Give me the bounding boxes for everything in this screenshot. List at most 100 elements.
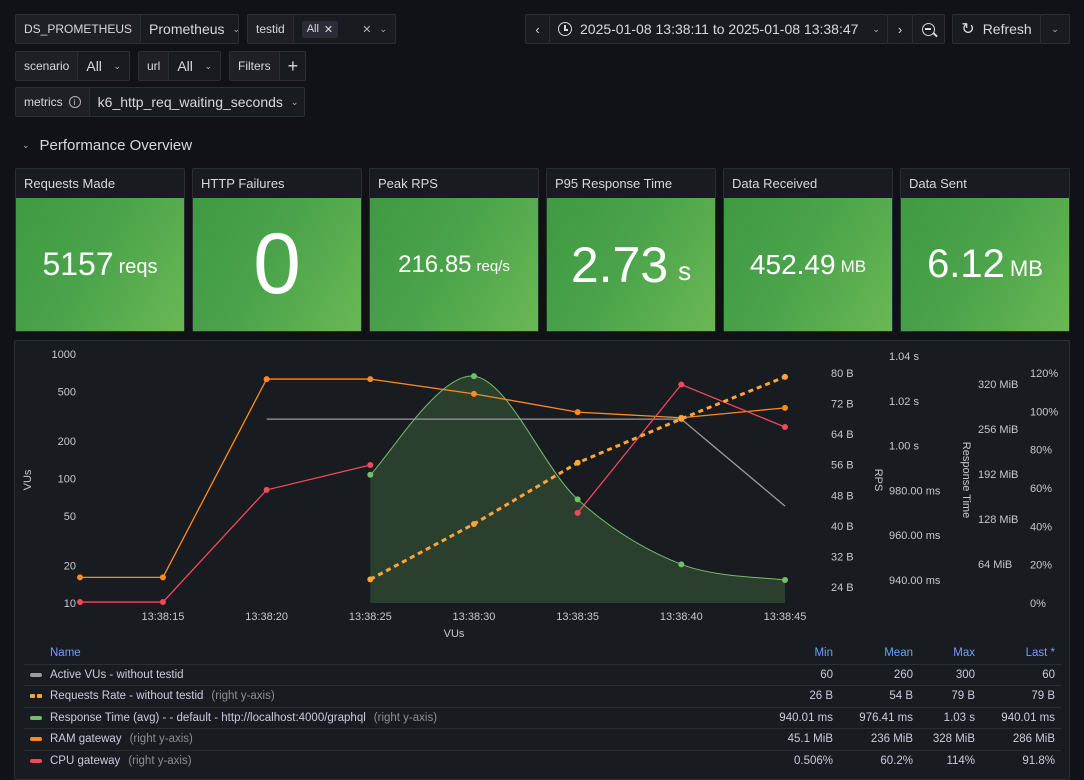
x-tick: 13:38:20 bbox=[245, 611, 288, 623]
y-tick-time: 1.02 s bbox=[889, 396, 919, 408]
legend-series-name[interactable]: Response Time (avg) - - default - http:/… bbox=[24, 712, 777, 724]
legend-max: 79 B bbox=[951, 690, 975, 703]
data-point-cpu-gateway bbox=[263, 486, 270, 493]
y-tick-bytes: 64 B bbox=[831, 429, 854, 441]
y-tick-bytes: 80 B bbox=[831, 368, 854, 380]
legend-header-name[interactable]: Name bbox=[24, 647, 777, 659]
y-tick-bytes: 56 B bbox=[831, 460, 854, 472]
y-axis-label-vus: VUs bbox=[22, 469, 34, 490]
data-point-response-time-avg-default-http bbox=[574, 496, 581, 503]
y-tick-bytes: 40 B bbox=[831, 521, 854, 533]
series-name: CPU gateway bbox=[50, 754, 121, 767]
legend-series-name[interactable]: Requests Rate - without testid (right y-… bbox=[24, 690, 777, 702]
y-tick-bytes: 24 B bbox=[831, 582, 854, 594]
y-tick-mem: 128 MiB bbox=[978, 514, 1018, 526]
y-tick-mem: 320 MiB bbox=[978, 379, 1018, 391]
legend-max: 300 bbox=[955, 668, 975, 681]
data-point-ram-gateway bbox=[263, 376, 270, 383]
timeseries-chart[interactable]: 1000 500 200 100 50 20 10 80 B 72 B 64 B 56 B 48 B 4… bbox=[0, 0, 1084, 640]
data-point-ram-gateway bbox=[470, 390, 477, 397]
series-name: Active VUs - without testid bbox=[50, 668, 184, 681]
legend-row[interactable]: Response Time (avg) - - default - http:/… bbox=[24, 706, 1061, 729]
legend-last: 79 B bbox=[1031, 690, 1055, 703]
series-axis-note: (right y-axis) bbox=[129, 733, 193, 746]
series-axis-note: (right y-axis) bbox=[128, 754, 192, 767]
y-tick-pct: 80% bbox=[1030, 445, 1052, 457]
y-tick-vus: 10 bbox=[64, 598, 76, 610]
legend-min: 60 bbox=[820, 668, 833, 681]
series-line-cpu-gateway bbox=[80, 464, 371, 603]
legend-row[interactable]: Active VUs - without testid 60 260 300 6… bbox=[24, 663, 1061, 686]
y-tick-pct: 40% bbox=[1030, 521, 1052, 533]
legend-min: 26 B bbox=[809, 690, 833, 703]
legend-max: 328 MiB bbox=[932, 733, 975, 746]
data-point-ram-gateway bbox=[77, 574, 83, 581]
y-tick-vus: 100 bbox=[58, 474, 76, 486]
legend-row[interactable]: Requests Rate - without testid (right y-… bbox=[24, 685, 1061, 707]
y-tick-pct: 120% bbox=[1030, 368, 1058, 380]
data-point-cpu-gateway bbox=[574, 509, 581, 516]
legend-header-last[interactable]: Last * bbox=[981, 647, 1061, 659]
y-tick-vus: 200 bbox=[58, 436, 76, 448]
data-point-ram-gateway bbox=[782, 404, 788, 411]
y-tick-pct: 0% bbox=[1030, 598, 1046, 610]
series-name: Requests Rate - without testid bbox=[50, 690, 204, 703]
y-axis-label-rps: RPS bbox=[872, 469, 884, 492]
y-tick-time: 1.00 s bbox=[889, 441, 919, 453]
legend-series-name[interactable]: CPU gateway (right y-axis) bbox=[24, 755, 777, 767]
y-tick-bytes: 72 B bbox=[831, 399, 854, 411]
data-point-cpu-gateway bbox=[77, 599, 83, 606]
series-axis-note: (right y-axis) bbox=[211, 690, 275, 703]
y-tick-vus: 20 bbox=[64, 561, 76, 573]
legend-header-min[interactable]: Min bbox=[777, 647, 839, 659]
x-tick: 13:38:25 bbox=[349, 611, 392, 623]
y-tick-pct: 100% bbox=[1030, 406, 1058, 418]
legend-table: Name Min Mean Max Last * Active VUs - wi… bbox=[24, 642, 1061, 771]
series-name: RAM gateway bbox=[50, 733, 122, 746]
legend-header: Name Min Mean Max Last * bbox=[24, 642, 1061, 664]
data-point-requests-rate-without-testid bbox=[367, 576, 374, 583]
y-tick-vus: 50 bbox=[64, 511, 76, 523]
x-tick: 13:38:40 bbox=[660, 611, 703, 623]
legend-series-name[interactable]: Active VUs - without testid bbox=[24, 669, 777, 681]
x-tick: 13:38:35 bbox=[556, 611, 599, 623]
legend-min: 940.01 ms bbox=[779, 711, 833, 724]
series-name: Response Time (avg) - - default - http:/… bbox=[50, 711, 366, 724]
legend-series-name[interactable]: RAM gateway (right y-axis) bbox=[24, 733, 777, 745]
series-swatch-icon bbox=[30, 758, 42, 763]
data-point-requests-rate-without-testid bbox=[678, 415, 685, 422]
data-point-ram-gateway bbox=[159, 574, 166, 581]
y-tick-vus: 1000 bbox=[52, 349, 76, 361]
data-point-cpu-gateway bbox=[782, 424, 788, 431]
legend-last: 91.8% bbox=[1022, 754, 1055, 767]
y-tick-mem: 192 MiB bbox=[978, 469, 1018, 481]
series-axis-note: (right y-axis) bbox=[373, 711, 438, 724]
data-point-response-time-avg-default-http bbox=[782, 577, 788, 583]
legend-last: 60 bbox=[1042, 668, 1055, 681]
y-axis-label-response-time: Response Time bbox=[960, 442, 972, 518]
legend-max: 114% bbox=[946, 754, 975, 767]
legend-last: 286 MiB bbox=[1012, 733, 1055, 746]
legend-mean: 236 MiB bbox=[870, 733, 913, 746]
x-tick: 13:38:30 bbox=[453, 611, 496, 623]
data-point-ram-gateway bbox=[367, 376, 374, 383]
data-point-response-time-avg-default-http bbox=[678, 561, 685, 568]
legend-mean: 54 B bbox=[889, 690, 913, 703]
y-tick-pct: 60% bbox=[1030, 483, 1052, 495]
legend-min: 45.1 MiB bbox=[787, 733, 833, 746]
y-tick-time: 1.04 s bbox=[889, 351, 919, 363]
series-swatch-icon bbox=[30, 672, 42, 677]
legend-mean: 60.2% bbox=[880, 754, 913, 767]
data-point-requests-rate-without-testid bbox=[574, 459, 581, 466]
legend-mean: 260 bbox=[893, 668, 913, 681]
y-tick-time: 960.00 ms bbox=[889, 530, 941, 542]
y-tick-mem: 64 MiB bbox=[978, 559, 1012, 571]
y-tick-mem: 256 MiB bbox=[978, 424, 1018, 436]
data-point-cpu-gateway bbox=[159, 599, 166, 606]
legend-header-max[interactable]: Max bbox=[919, 647, 981, 659]
legend-row[interactable]: RAM gateway (right y-axis) 45.1 MiB 236 … bbox=[24, 728, 1061, 750]
y-tick-time: 940.00 ms bbox=[889, 575, 941, 587]
legend-header-mean[interactable]: Mean bbox=[839, 647, 919, 659]
legend-min: 0.506% bbox=[793, 754, 833, 767]
data-point-requests-rate-without-testid bbox=[782, 373, 788, 380]
